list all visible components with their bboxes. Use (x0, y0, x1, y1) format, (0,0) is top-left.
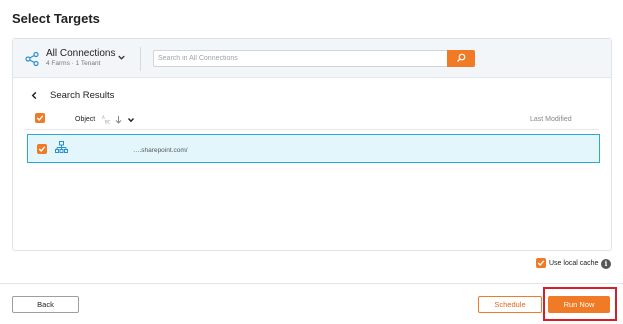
chevron-down-icon[interactable] (117, 53, 126, 62)
divider (140, 47, 141, 71)
back-button[interactable]: Back (12, 296, 79, 313)
sort-alpha-icon[interactable]: A BC (102, 115, 112, 124)
search-button[interactable] (447, 50, 475, 67)
targets-panel: All Connections 4 Farms · 1 Tenant Searc… (12, 38, 612, 251)
site-hierarchy-icon (55, 141, 68, 153)
local-cache-label: Use local cache (549, 260, 599, 267)
header-divider (25, 129, 599, 130)
results-title: Search Results (50, 90, 115, 101)
page-title: Select Targets (12, 11, 100, 26)
search-icon (457, 53, 466, 62)
column-header-last-modified[interactable]: Last Modified (530, 116, 572, 123)
sort-arrow-down-icon[interactable] (115, 115, 122, 124)
connections-title[interactable]: All Connections (46, 48, 115, 59)
row-url: ….sharepoint.com/ (133, 147, 188, 154)
search-input[interactable] (153, 50, 448, 67)
share-nodes-icon[interactable] (24, 51, 40, 67)
highlight-annotation-box (543, 287, 617, 321)
local-cache-checkbox[interactable] (536, 258, 546, 268)
svg-text:BC: BC (105, 120, 111, 125)
table-row[interactable]: ….sharepoint.com/ (27, 134, 600, 163)
connections-subtitle: 4 Farms · 1 Tenant (46, 60, 101, 67)
row-checkbox[interactable] (37, 144, 47, 154)
column-header-object[interactable]: Object (75, 116, 95, 123)
column-menu-chevron-icon[interactable] (127, 116, 135, 124)
select-all-checkbox[interactable] (35, 113, 45, 123)
schedule-button[interactable]: Schedule (478, 296, 542, 313)
footer-divider (0, 283, 623, 284)
connections-bar: All Connections 4 Farms · 1 Tenant (13, 39, 611, 78)
back-chevron-icon[interactable] (30, 91, 39, 100)
info-icon[interactable]: i (601, 259, 611, 269)
